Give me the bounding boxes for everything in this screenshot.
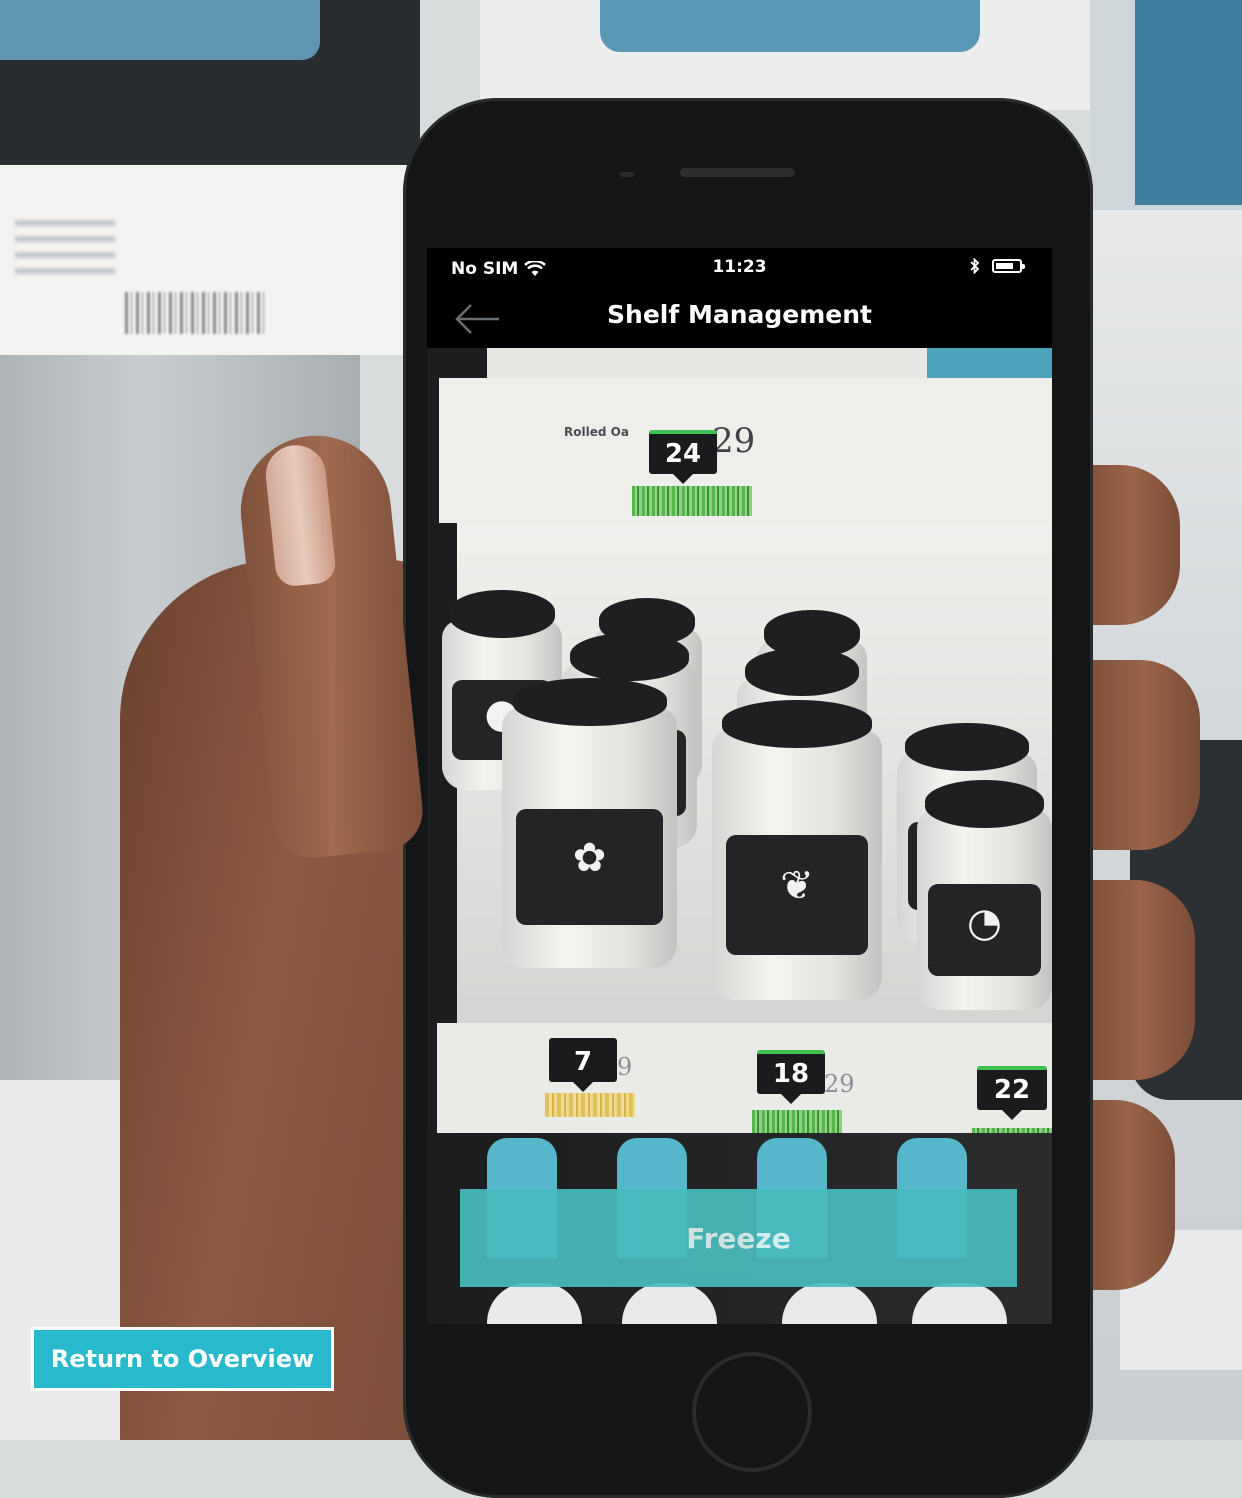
jar: ❦ <box>712 700 882 1000</box>
stock-count-tag: 24 <box>649 430 717 484</box>
stock-count-tag: 7 <box>549 1038 617 1092</box>
page-title: Shelf Management <box>607 300 872 329</box>
camera-feed: Rolled Oa 29 24 ● ✿ ❦ ◔ 9 7 29 18 22 Fre… <box>427 348 1052 1324</box>
jar: ✿ <box>502 678 677 968</box>
front-camera <box>620 172 634 177</box>
background-shelf-item <box>0 0 320 60</box>
jar: ◔ <box>917 780 1052 1010</box>
barcode <box>545 1093 635 1117</box>
shelf-label-strip <box>437 1023 1052 1133</box>
status-bar: No SIM 11:23 <box>427 248 1052 288</box>
phone-screen: No SIM 11:23 Shelf Management Rolled Oa … <box>427 248 1052 1324</box>
nav-bar: Shelf Management <box>427 288 1052 348</box>
product-price: 29 <box>824 1070 855 1098</box>
stock-count-tag: 22 <box>977 1066 1047 1120</box>
blueberry-icon: ❦ <box>780 863 814 909</box>
background-shelf-item <box>600 0 980 52</box>
feed-shelf-item <box>927 348 1052 378</box>
background-barcode <box>125 292 265 334</box>
stock-count-tag: 18 <box>757 1050 825 1104</box>
bluetooth-icon <box>970 258 980 274</box>
background-label-text <box>15 220 115 280</box>
feed-shelf-item <box>487 348 927 378</box>
background-shelf-item <box>1135 0 1242 205</box>
battery-icon <box>992 259 1025 273</box>
return-to-overview-button[interactable]: Return to Overview <box>31 1327 334 1391</box>
status-right <box>970 258 1025 274</box>
raspberry-icon: ✿ <box>572 834 607 881</box>
product-price: 29 <box>712 421 756 461</box>
orange-slice-icon: ◔ <box>967 899 1002 946</box>
product-name: Rolled Oa <box>564 425 629 439</box>
home-button <box>692 1352 812 1472</box>
clock: 11:23 <box>712 257 767 277</box>
barcode <box>632 486 752 516</box>
product-price: 9 <box>617 1053 633 1081</box>
earpiece-speaker <box>680 168 795 177</box>
freeze-button[interactable]: Freeze <box>460 1189 1017 1287</box>
